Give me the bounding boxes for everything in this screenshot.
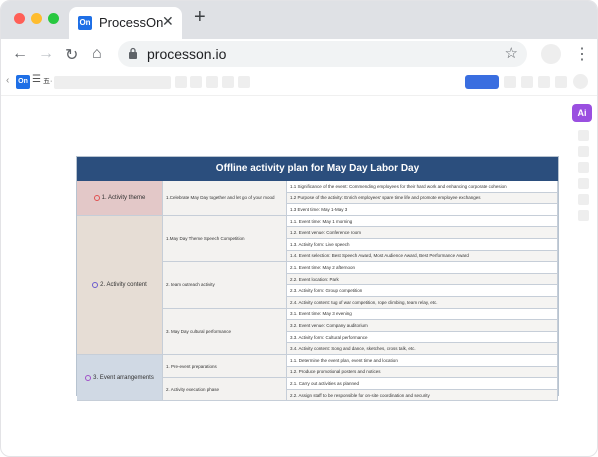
- back-arrow-icon[interactable]: ←: [12, 45, 28, 63]
- app-logo-icon[interactable]: On: [16, 75, 30, 89]
- table-title: Offline activity plan for May Day Labor …: [77, 157, 558, 181]
- item-cell: 2.1. Carry out activities as planned: [287, 378, 558, 390]
- section-marker-icon: [85, 374, 92, 381]
- group-cell: 1. Pre-event preparations: [163, 355, 287, 379]
- toolbar-action-icon[interactable]: [555, 76, 567, 88]
- user-avatar[interactable]: [573, 74, 588, 89]
- toolbar-tool-icon[interactable]: [238, 76, 250, 88]
- side-panel-icon[interactable]: [578, 194, 589, 205]
- item-cell: 1.2. Event venue: Conference room: [287, 227, 558, 239]
- item-cell: 1.1 Significance of the event: Commendin…: [287, 181, 558, 193]
- toolbar-blurred-region: [54, 76, 171, 89]
- menu-icon[interactable]: ☰: [32, 74, 41, 85]
- item-cell: 1.1. Determine the event plan, event tim…: [287, 355, 558, 367]
- toolbar-action-icon[interactable]: [521, 76, 533, 88]
- toolbar-tool-icon[interactable]: [222, 76, 234, 88]
- profile-avatar[interactable]: [541, 44, 561, 64]
- tab-processon[interactable]: On ProcessOn ✕: [69, 7, 182, 39]
- section-marker-icon: [92, 281, 99, 288]
- item-cell: 2.1. Event time: May 2 afternoon: [287, 262, 558, 274]
- side-panel-icon[interactable]: [578, 162, 589, 173]
- document-name[interactable]: 五·: [43, 76, 52, 86]
- section-cell: 2. Activity content: [77, 215, 163, 355]
- bookmark-star-icon[interactable]: ☆: [505, 44, 518, 62]
- side-panel-icon[interactable]: [578, 146, 589, 157]
- forward-arrow-icon[interactable]: →: [38, 45, 54, 63]
- browser-window: On ProcessOn ✕ + ← → ↻ ⌂ processon.io ☆ …: [0, 0, 598, 457]
- toolbar-tool-icon[interactable]: [175, 76, 187, 88]
- url-text: processon.io: [147, 46, 227, 62]
- close-window-button[interactable]: [14, 13, 25, 24]
- tab-title: ProcessOn: [99, 15, 164, 30]
- group-cell: 1.May Day Theme Speech Competition: [163, 215, 287, 263]
- minimize-window-button[interactable]: [31, 13, 42, 24]
- item-cell: 1.3 Event time: May 1-May 3: [287, 204, 558, 216]
- group-cell: 2. team outreach activity: [163, 262, 287, 309]
- toolbar-action-icon[interactable]: [504, 76, 516, 88]
- side-panel-icon[interactable]: [578, 130, 589, 141]
- toolbar-tool-icon[interactable]: [206, 76, 218, 88]
- more-menu-icon[interactable]: ⋮: [574, 44, 590, 64]
- address-bar-row: ← → ↻ ⌂ processon.io ☆ ⋮: [1, 39, 597, 71]
- section-label: 1. Activity theme: [101, 194, 146, 201]
- maximize-window-button[interactable]: [48, 13, 59, 24]
- item-cell: 2.2. Event location: Park: [287, 273, 558, 286]
- item-cell: 2.3. Activity form: Group competition: [287, 285, 558, 297]
- toolbar-divider: [1, 95, 597, 96]
- processon-logo-icon: On: [78, 16, 92, 30]
- new-tab-button[interactable]: +: [194, 6, 206, 29]
- group-cell: 1.Celebrate May Day together and let go …: [163, 181, 287, 216]
- reload-icon[interactable]: ↻: [65, 45, 78, 65]
- item-cell: 3.2. Event venue: Company auditorium: [287, 320, 558, 332]
- tab-close-icon[interactable]: ✕: [162, 13, 174, 30]
- item-cell: 1.3. Activity form: Live speech: [287, 239, 558, 251]
- section-cell: 3. Event arrangements: [77, 355, 163, 402]
- ai-assistant-button[interactable]: Ai: [572, 104, 592, 122]
- share-button[interactable]: [465, 75, 499, 89]
- item-cell: 1.1. Event time: May 1 morning: [287, 215, 558, 228]
- back-caret-icon[interactable]: ‹: [6, 75, 9, 86]
- group-cell: 3. May Day cultural performance: [163, 308, 287, 355]
- tab-bar: On ProcessOn ✕ +: [1, 1, 597, 39]
- item-cell: 3.3. Activity form: Cultural performance: [287, 331, 558, 344]
- editor-toolbar: ‹ On ☰ 五·: [1, 71, 597, 95]
- item-cell: 3.4. Activity content: Song and dance, s…: [287, 343, 558, 355]
- home-icon[interactable]: ⌂: [92, 45, 102, 63]
- side-panel-icon[interactable]: [578, 210, 589, 221]
- section-label: 2. Activity content: [100, 281, 147, 288]
- group-cell: 2. Activity execution phase: [163, 378, 287, 402]
- lock-icon: [129, 47, 137, 59]
- url-field[interactable]: processon.io ☆: [118, 41, 527, 67]
- item-cell: 1.2 Purpose of the activity: Enrich empl…: [287, 192, 558, 205]
- section-label: 3. Event arrangements: [93, 374, 154, 381]
- toolbar-tool-icon[interactable]: [190, 76, 202, 88]
- section-cell: 1. Activity theme: [77, 181, 163, 216]
- item-cell: 2.4. Activity content: tug of war compet…: [287, 297, 558, 309]
- item-cell: 1.2. Produce promotional posters and not…: [287, 366, 558, 379]
- item-cell: 2.2. Assign staff to be responsible for …: [287, 389, 558, 402]
- section-marker-icon: [93, 194, 100, 201]
- item-cell: 3.1. Event time: May 3 evening: [287, 308, 558, 321]
- activity-plan-table[interactable]: Offline activity plan for May Day Labor …: [76, 156, 559, 402]
- item-cell: 1.4. Event selection: Best Speech Award,…: [287, 250, 558, 263]
- toolbar-action-icon[interactable]: [538, 76, 550, 88]
- side-panel-icon[interactable]: [578, 178, 589, 189]
